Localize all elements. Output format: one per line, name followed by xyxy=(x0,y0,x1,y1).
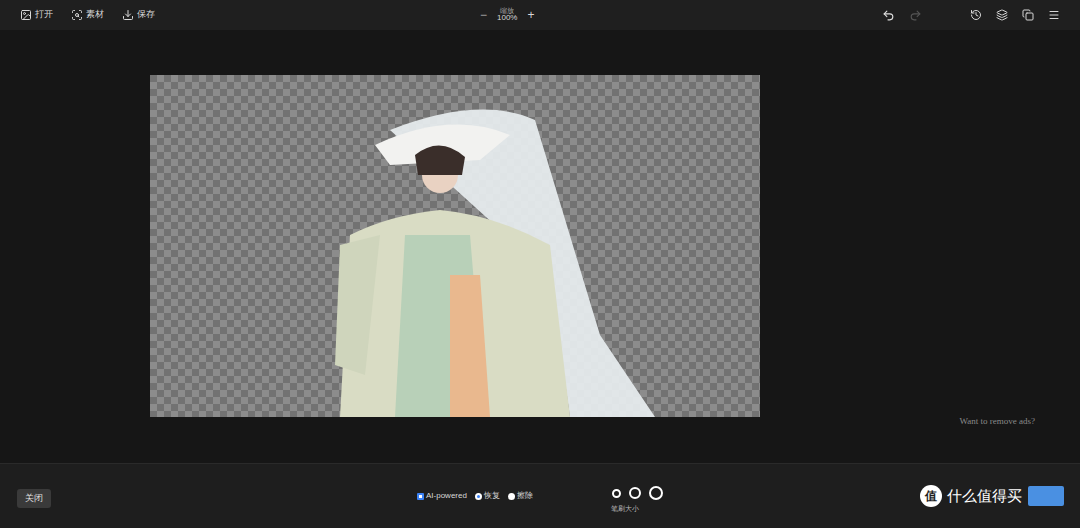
cutout-figure-icon xyxy=(150,75,760,417)
brush-size-label: 笔刷大小 xyxy=(611,504,639,515)
brush-size-option[interactable] xyxy=(612,489,621,498)
watermark-logo-icon: 值 xyxy=(920,485,942,507)
brush-size-option[interactable] xyxy=(599,491,604,496)
close-button[interactable]: 关闭 xyxy=(17,489,51,509)
toolbar-button[interactable]: 打开 xyxy=(20,8,53,22)
mode-radio[interactable]: 恢复 xyxy=(475,490,500,502)
undo-icon[interactable] xyxy=(882,9,895,22)
assets-icon xyxy=(71,9,83,21)
history-icon[interactable] xyxy=(970,9,982,21)
zoom-out-button[interactable]: − xyxy=(480,6,487,24)
menu-icon[interactable] xyxy=(1048,9,1060,21)
toolbar-button[interactable]: 保存 xyxy=(122,8,155,22)
zoom-in-button[interactable]: + xyxy=(527,6,534,24)
brush-size-option[interactable] xyxy=(588,492,591,495)
mode-radio[interactable]: 擦除 xyxy=(508,490,533,502)
watermark: 值什么值得买 xyxy=(920,485,1022,508)
zoom-value: 100% xyxy=(497,14,517,22)
open-icon xyxy=(20,9,32,21)
bottom-toolbar: 关闭 AI-powered 恢复擦除笔刷大小 值什么值得买 xyxy=(0,463,1080,528)
brush-size-option[interactable] xyxy=(649,486,663,500)
toolbar-button[interactable]: 素材 xyxy=(71,8,104,22)
editor-window: 打开素材保存−缩放100%+Want to remove ads?关闭AI-po… xyxy=(0,0,1080,528)
apply-button[interactable] xyxy=(1028,486,1064,506)
image-canvas[interactable] xyxy=(150,75,760,417)
canvas-area: Want to remove ads? xyxy=(0,30,1080,463)
top-toolbar: 打开素材保存−缩放100%+ xyxy=(0,0,1080,30)
compare-icon[interactable] xyxy=(1022,9,1034,21)
brush-size-option[interactable] xyxy=(629,487,641,499)
zoom-control: −缩放100%+ xyxy=(480,6,535,24)
ai-checkbox[interactable]: AI-powered xyxy=(417,490,467,502)
redo-icon[interactable] xyxy=(909,9,922,22)
remove-ads-link[interactable]: Want to remove ads? xyxy=(960,415,1036,429)
save-icon xyxy=(122,9,134,21)
layers-icon[interactable] xyxy=(996,9,1008,21)
